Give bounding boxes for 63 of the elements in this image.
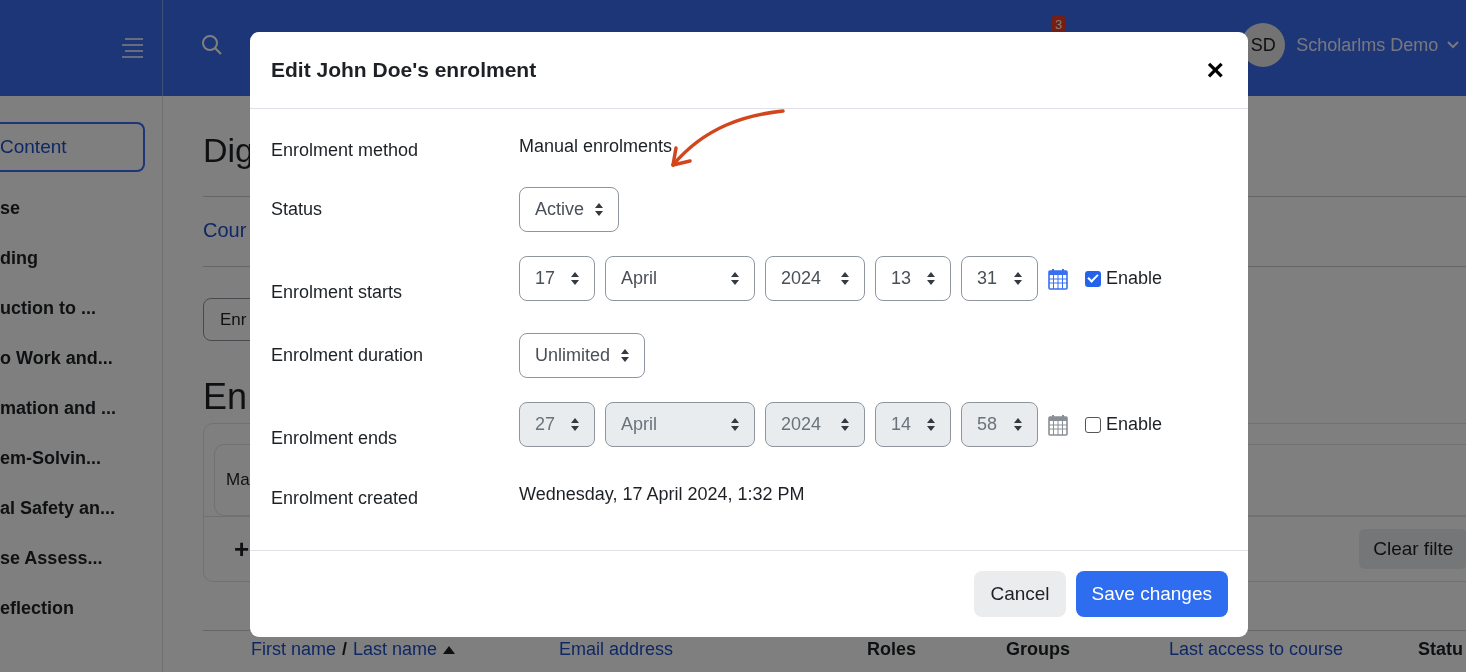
field-value: Wednesday, 17 April 2024, 1:32 PM: [519, 483, 805, 505]
date-select[interactable]: 31: [961, 256, 1038, 301]
clear-filters-button[interactable]: Clear filte: [1359, 529, 1466, 569]
field-label: Enrolment created: [271, 487, 420, 509]
sidebar-item[interactable]: o Work and...: [0, 344, 162, 394]
calendar-icon[interactable]: [1048, 413, 1068, 436]
updown-icon: [570, 417, 580, 432]
updown-icon: [620, 348, 631, 363]
updown-icon: [730, 417, 740, 432]
checkbox-label: Enable: [1106, 268, 1163, 289]
add-condition-button[interactable]: +: [234, 533, 250, 565]
checkbox-label: Enable: [1106, 414, 1163, 435]
save-button[interactable]: Save changes: [1075, 571, 1228, 617]
sidebar-item[interactable]: em-Solvin...: [0, 444, 162, 494]
close-button[interactable]: ×: [1206, 55, 1224, 85]
column-header-link[interactable]: Email address: [559, 639, 674, 660]
sidebar-item[interactable]: se: [0, 194, 162, 244]
updown-icon: [840, 271, 850, 286]
updown-icon: [926, 271, 936, 286]
cancel-button[interactable]: Cancel: [974, 571, 1066, 617]
section-heading: En: [203, 375, 248, 419]
calendar-icon[interactable]: [1048, 267, 1068, 290]
updown-icon: [840, 417, 850, 432]
field-label: Enrolment ends: [271, 427, 399, 449]
dropdown-select[interactable]: Active: [519, 187, 620, 232]
column-header: Roles: [867, 639, 917, 660]
sidebar-item[interactable]: ding: [0, 244, 162, 294]
field-value: Manual enrolments: [519, 135, 673, 157]
updown-icon: [1013, 417, 1023, 432]
date-select[interactable]: 2024: [765, 256, 865, 301]
date-select[interactable]: April: [605, 256, 755, 301]
column-header: /: [342, 639, 348, 660]
column-header-link[interactable]: Last name: [353, 639, 438, 660]
updown-icon: [926, 417, 936, 432]
column-header: Statu: [1418, 639, 1463, 660]
checkbox[interactable]: [1085, 416, 1101, 433]
column-header-link[interactable]: First name: [251, 639, 337, 660]
user-name[interactable]: Scholarlms Demo: [1296, 34, 1439, 56]
updown-icon: [1013, 271, 1023, 286]
field-label: Enrolment method: [271, 139, 420, 161]
column-header-link[interactable]: Last access to course: [1169, 639, 1344, 660]
sidebar-item[interactable]: se Assess...: [0, 544, 162, 594]
caret-icon[interactable]: [1447, 41, 1460, 49]
sidebar-item[interactable]: mation and ...: [0, 394, 162, 444]
field-label: Status: [271, 199, 324, 220]
updown-icon: [570, 271, 580, 286]
dropdown-select[interactable]: Unlimited: [519, 333, 646, 378]
content-button[interactable]: Content: [0, 122, 145, 172]
field-label: Enrolment duration: [271, 345, 425, 366]
updown-icon: [730, 271, 740, 286]
sidebar-item[interactable]: eflection: [0, 594, 162, 644]
field-label: Enrolment starts: [271, 281, 404, 303]
sidebar-item[interactable]: al Safety an...: [0, 494, 162, 544]
course-tab[interactable]: Cour: [203, 219, 247, 242]
checkbox[interactable]: [1085, 270, 1101, 287]
column-header: Groups: [1006, 639, 1070, 660]
dialog-title: Edit John Doe's enrolment: [271, 58, 538, 82]
sidebar-item[interactable]: uction to ...: [0, 294, 162, 344]
search-icon[interactable]: [201, 34, 223, 56]
date-select[interactable]: 13: [875, 256, 951, 301]
updown-icon: [594, 202, 605, 217]
menu-icon[interactable]: [121, 37, 143, 59]
date-select[interactable]: 17: [519, 256, 595, 301]
